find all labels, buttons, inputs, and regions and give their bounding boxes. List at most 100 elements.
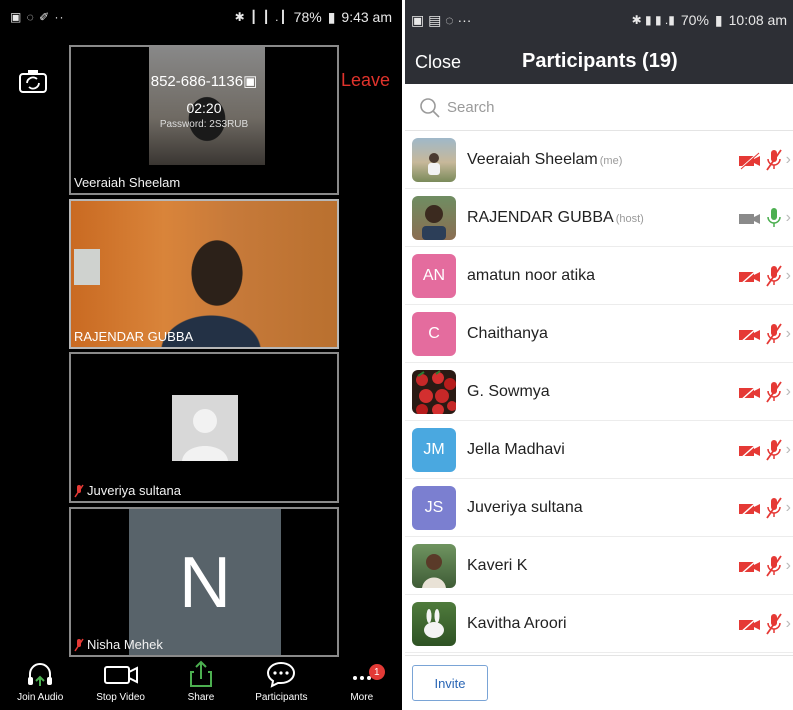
participants-header: Close Participants (19) xyxy=(405,40,793,84)
mic-muted-icon xyxy=(765,555,782,577)
participant-status: › xyxy=(738,305,791,363)
notification-icons: ▣ ◌ ✐ ·· xyxy=(10,10,65,24)
video-off-icon xyxy=(738,616,760,634)
participant-status: › xyxy=(738,537,791,595)
battery-level: 78% xyxy=(293,9,322,25)
video-camera-icon xyxy=(103,666,138,684)
share-button[interactable]: Share xyxy=(162,660,240,703)
mic-muted-icon xyxy=(765,149,782,171)
status-bar: ▣ ◌ ✐ ·· ✱ ┃ ┃ .┃ 78% ▮ 9:43 am xyxy=(0,0,402,34)
meeting-timer: 02:20 xyxy=(186,100,222,116)
participant-row[interactable]: JM Jella Madhavi › xyxy=(405,421,793,479)
mic-muted-icon xyxy=(765,323,782,345)
signal-icons: ✱ ▮ ▮ .▮ xyxy=(631,13,675,27)
close-button[interactable]: Close xyxy=(415,52,461,73)
participant-name: G. Sowmya xyxy=(467,382,550,400)
participant-name: Chaithanya xyxy=(467,324,548,342)
video-off-icon xyxy=(738,268,760,286)
mic-on-icon xyxy=(766,208,781,227)
battery-icon: ▮ xyxy=(714,11,723,28)
chevron-right-icon: › xyxy=(785,615,791,632)
avatar xyxy=(412,601,456,646)
video-off-icon xyxy=(738,384,760,402)
mic-muted-icon xyxy=(765,439,782,461)
search-icon xyxy=(420,97,440,118)
avatar: JM xyxy=(412,427,456,472)
video-feed xyxy=(71,201,337,347)
participant-row[interactable]: Veeraiah Sheelam (me) › xyxy=(405,131,793,189)
participant-row[interactable]: G. Sowmya › xyxy=(405,363,793,421)
video-off-icon xyxy=(738,152,760,170)
participant-row[interactable]: Kaveri K › xyxy=(405,537,793,595)
meeting-toolbar: Join Audio Stop Video Share Participants xyxy=(0,660,402,710)
notification-badge: 1 xyxy=(368,664,385,680)
video-off-icon xyxy=(738,326,760,344)
signal-icons: ✱ ┃ ┃ .┃ xyxy=(234,10,288,24)
battery-level: 70% xyxy=(680,12,709,28)
clock: 10:08 am xyxy=(728,12,787,28)
participant-name: Kavitha Aroori xyxy=(467,614,567,632)
participants-screen: ▣ ▤ ◌ ··· ✱ ▮ ▮ .▮ 70% ▮ 10:08 am Close … xyxy=(405,0,793,710)
chat-bubble-icon xyxy=(267,661,296,688)
status-bar: ▣ ▤ ◌ ··· ✱ ▮ ▮ .▮ 70% ▮ 10:08 am xyxy=(405,0,793,40)
avatar xyxy=(412,543,456,588)
participant-row[interactable]: RAJENDAR GUBBA (host) › xyxy=(405,189,793,247)
initial-avatar: N xyxy=(129,509,281,655)
video-camera-icon xyxy=(738,214,760,224)
stop-video-button[interactable]: Stop Video xyxy=(82,660,160,703)
headphones-icon xyxy=(28,663,53,686)
participant-status: › xyxy=(738,595,791,653)
participant-name: amatun noor atika xyxy=(467,266,596,284)
participant-row[interactable]: Kavitha Aroori › xyxy=(405,595,793,653)
tile-name: Nisha Mehek xyxy=(74,637,163,652)
participant-row[interactable]: C Chaithanya › xyxy=(405,305,793,363)
search-input[interactable] xyxy=(447,99,747,116)
chevron-right-icon: › xyxy=(785,441,791,458)
more-button[interactable]: 1 More xyxy=(323,660,401,703)
chevron-right-icon: › xyxy=(785,383,791,400)
participant-status: › xyxy=(738,131,791,189)
chevron-right-icon: › xyxy=(785,499,791,516)
video-tile-juveriya[interactable]: Juveriya sultana xyxy=(69,352,339,503)
participants-button[interactable]: Participants xyxy=(242,660,320,703)
meeting-password: Password: 2S3RUB xyxy=(159,119,249,130)
video-off-icon xyxy=(738,442,760,460)
participants-footer: Invite xyxy=(405,655,793,710)
chevron-right-icon: › xyxy=(785,325,791,342)
participant-row[interactable]: JS Juveriya sultana › xyxy=(405,479,793,537)
video-tile-nisha[interactable]: N Nisha Mehek xyxy=(69,507,339,657)
tile-name: Veeraiah Sheelam xyxy=(74,175,181,190)
video-off-icon xyxy=(738,500,760,518)
mic-muted-icon xyxy=(765,613,782,635)
meeting-id: 852-686-1136▣ xyxy=(150,73,258,90)
mic-muted-icon xyxy=(74,484,84,497)
participant-status: › xyxy=(738,189,791,247)
default-avatar-icon xyxy=(172,395,238,461)
invite-button[interactable]: Invite xyxy=(412,665,488,701)
avatar xyxy=(412,369,456,414)
avatar xyxy=(412,137,456,182)
chevron-right-icon: › xyxy=(785,151,791,168)
participant-status: › xyxy=(738,479,791,537)
participant-name: Jella Madhavi xyxy=(467,440,565,458)
switch-camera-icon[interactable] xyxy=(18,68,48,94)
participant-name: Kaveri K xyxy=(467,556,528,574)
participant-status: › xyxy=(738,247,791,305)
video-tile-self[interactable]: 852-686-1136▣ 02:20 Password: 2S3RUB Vee… xyxy=(69,45,339,195)
mic-muted-icon xyxy=(765,497,782,519)
mic-muted-icon xyxy=(765,265,782,287)
chevron-right-icon: › xyxy=(785,209,791,226)
video-off-icon xyxy=(738,558,760,576)
avatar: C xyxy=(412,311,456,356)
mic-muted-icon xyxy=(765,381,782,403)
avatar: JS xyxy=(412,485,456,530)
tile-name: Juveriya sultana xyxy=(74,483,181,498)
video-tile-host[interactable]: RAJENDAR GUBBA xyxy=(69,199,339,349)
join-audio-button[interactable]: Join Audio xyxy=(1,660,79,703)
participant-row[interactable]: AN amatun noor atika › xyxy=(405,247,793,305)
participant-status: › xyxy=(738,421,791,479)
tile-name: RAJENDAR GUBBA xyxy=(74,329,194,344)
chevron-right-icon: › xyxy=(785,267,791,284)
leave-button[interactable]: Leave xyxy=(341,70,390,91)
share-icon xyxy=(189,660,212,687)
